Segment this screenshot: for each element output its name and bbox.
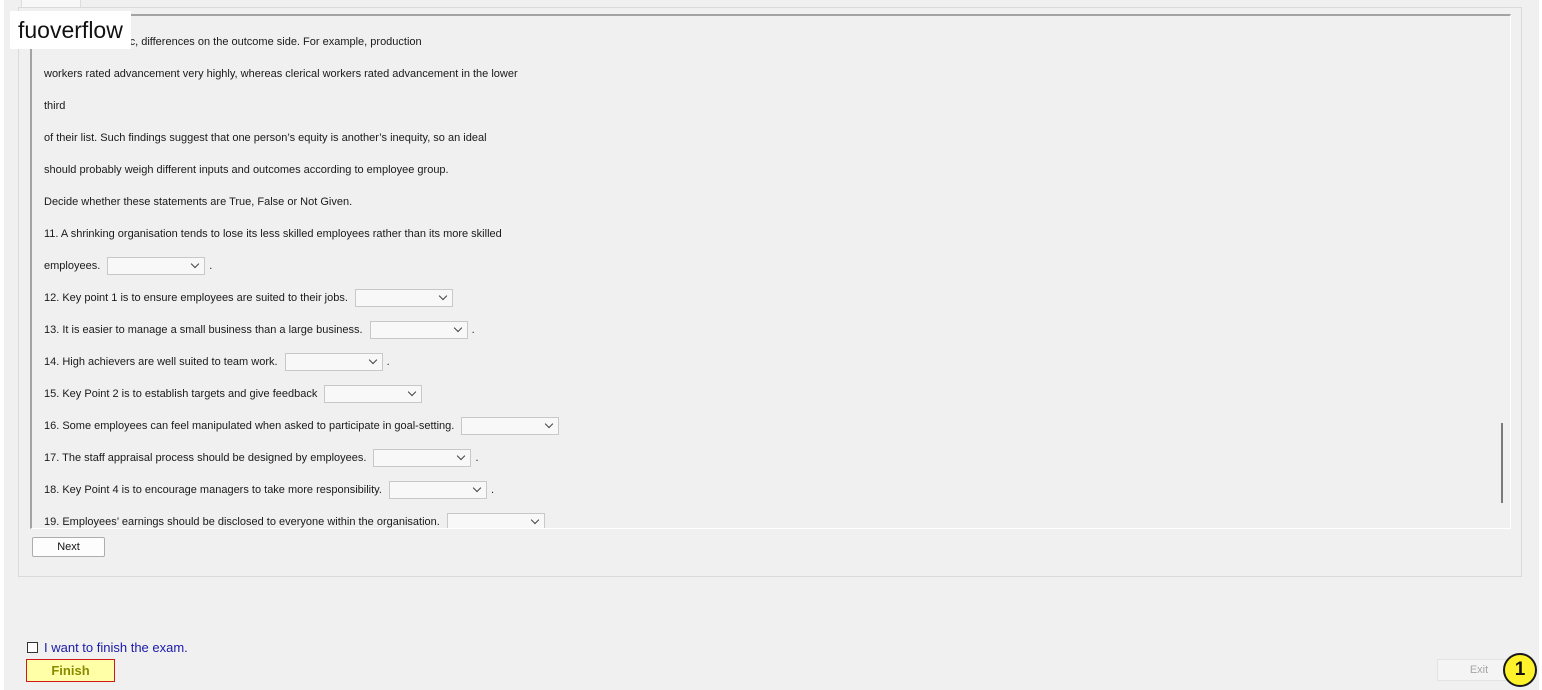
trailing-period: .	[209, 260, 213, 272]
trailing-period: .	[471, 324, 475, 336]
trailing-period: .	[386, 356, 390, 368]
answer-dropdown-19[interactable]	[446, 513, 545, 528]
finish-button[interactable]: Finish	[26, 659, 115, 682]
question-text: 16. Some employees can feel manipulated …	[44, 420, 455, 432]
scrollbar-thumb[interactable]	[1501, 423, 1503, 503]
chevron-down-icon	[191, 259, 200, 269]
chevron-down-icon	[408, 387, 417, 397]
answer-dropdown-13[interactable]	[369, 321, 468, 339]
answer-dropdown-16[interactable]	[461, 417, 560, 435]
answer-dropdown-11[interactable]	[107, 257, 206, 275]
question-row: employees. .	[44, 250, 212, 282]
instruction-line: Decide whether these statements are True…	[44, 196, 353, 208]
question-text: 13. It is easier to manage a small busin…	[44, 324, 363, 336]
watermark-label: fuoverflow	[10, 11, 131, 49]
question-text: 19. Employees’ earnings should be disclo…	[44, 516, 440, 528]
reading-scroll-panel[interactable]: such less dramatic, differences on the o…	[30, 14, 1511, 529]
annotation-badge: 1	[1503, 653, 1537, 687]
answer-dropdown-15[interactable]	[324, 385, 423, 403]
passage-line: third	[44, 100, 66, 112]
question-row: 17. The staff appraisal process should b…	[44, 442, 479, 474]
question-text: 15. Key Point 2 is to establish targets …	[44, 388, 318, 400]
chevron-down-icon	[545, 419, 554, 429]
chevron-down-icon	[472, 483, 482, 493]
finish-confirm-checkbox[interactable]	[27, 642, 38, 653]
question-row: 19. Employees’ earnings should be disclo…	[44, 506, 549, 528]
answer-dropdown-14[interactable]	[284, 353, 383, 371]
chevron-down-icon	[453, 323, 462, 333]
question-row: 12. Key point 1 is to ensure employees a…	[44, 282, 457, 314]
answer-dropdown-17[interactable]	[373, 449, 472, 467]
question-row: 14. High achievers are well suited to te…	[44, 346, 390, 378]
question-row: 16. Some employees can feel manipulated …	[44, 410, 563, 442]
vertical-scrollbar[interactable]	[1498, 16, 1510, 528]
question-11-text: 11. A shrinking organisation tends to lo…	[44, 228, 502, 240]
question-row: 13. It is easier to manage a small busin…	[44, 314, 475, 346]
passage-line: should probably weigh different inputs a…	[44, 164, 449, 176]
question-text: 18. Key Point 4 is to encourage managers…	[44, 484, 382, 496]
passage-line: of their list. Such findings suggest tha…	[44, 132, 487, 144]
question-text: 17. The staff appraisal process should b…	[44, 452, 367, 464]
next-button[interactable]: Next	[32, 537, 105, 557]
chevron-down-icon	[457, 451, 466, 461]
finish-confirm-label[interactable]: I want to finish the exam.	[44, 640, 188, 655]
question-text: 14. High achievers are well suited to te…	[44, 356, 278, 368]
question-row: 15. Key Point 2 is to establish targets …	[44, 378, 426, 410]
trailing-period: .	[475, 452, 479, 464]
chevron-down-icon	[530, 515, 540, 525]
chevron-down-icon	[438, 291, 448, 301]
finish-confirm-row[interactable]: I want to finish the exam.	[27, 640, 188, 655]
answer-dropdown-12[interactable]	[354, 289, 453, 307]
question-text: 12. Key point 1 is to ensure employees a…	[44, 292, 348, 304]
answer-dropdown-18[interactable]	[388, 481, 487, 499]
trailing-period: .	[490, 484, 494, 496]
chevron-down-icon	[368, 355, 377, 365]
question-row: 18. Key Point 4 is to encourage managers…	[44, 474, 494, 506]
passage-line: workers rated advancement very highly, w…	[44, 68, 518, 80]
question-text: employees.	[44, 260, 101, 272]
